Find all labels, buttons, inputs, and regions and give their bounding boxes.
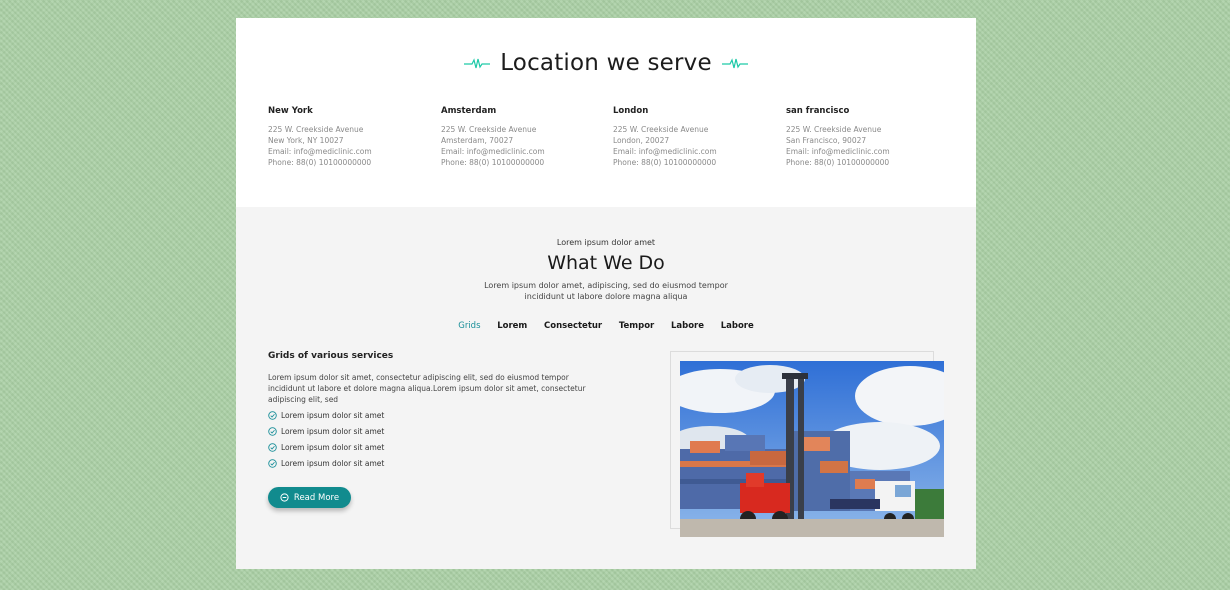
location-city-line: London, 20027 bbox=[613, 136, 670, 145]
read-more-button[interactable]: Read More bbox=[268, 487, 351, 508]
container-yard-photo bbox=[680, 361, 944, 537]
location-card-san-francisco: san francisco 225 W. Creekside Avenue Sa… bbox=[786, 106, 946, 168]
locations-title: Location we serve bbox=[500, 50, 712, 76]
location-email: Email: info@mediclinic.com bbox=[268, 147, 372, 156]
tab-labore[interactable]: Labore bbox=[671, 321, 704, 331]
list-item: Lorem ipsum dolor sit amet bbox=[268, 439, 384, 455]
location-city-line: Amsterdam, 70027 bbox=[441, 136, 514, 145]
list-item: Lorem ipsum dolor sit amet bbox=[268, 423, 384, 439]
content-title: Grids of various services bbox=[268, 351, 394, 361]
location-phone: Phone: 88(0) 10100000000 bbox=[268, 158, 372, 167]
location-city-line: New York, NY 10027 bbox=[268, 136, 344, 145]
location-city: Amsterdam bbox=[441, 106, 497, 116]
check-circle-icon bbox=[268, 410, 277, 420]
content-text: Lorem ipsum dolor sit amet, consectetur … bbox=[268, 373, 586, 404]
location-address: 225 W. Creekside Avenue bbox=[441, 125, 537, 134]
location-card-amsterdam: Amsterdam 225 W. Creekside Avenue Amster… bbox=[441, 106, 601, 168]
service-tabs: Grids Lorem Consectetur Tempor Labore La… bbox=[236, 321, 976, 331]
location-phone: Phone: 88(0) 10100000000 bbox=[786, 158, 890, 167]
location-phone: Phone: 88(0) 10100000000 bbox=[441, 158, 545, 167]
what-we-do-section: Lorem ipsum dolor amet What We Do Lorem … bbox=[236, 207, 976, 569]
location-email: Email: info@mediclinic.com bbox=[786, 147, 890, 156]
locations-heading: Location we serve bbox=[236, 50, 976, 76]
location-email: Email: info@mediclinic.com bbox=[441, 147, 545, 156]
list-item-label: Lorem ipsum dolor sit amet bbox=[281, 458, 385, 468]
location-email: Email: info@mediclinic.com bbox=[613, 147, 717, 156]
page-container: Location we serve New York 225 W. Creeks… bbox=[236, 18, 976, 569]
section-description: Lorem ipsum dolor amet, adipiscing, sed … bbox=[484, 281, 728, 301]
list-item: Lorem ipsum dolor sit amet bbox=[268, 407, 384, 423]
tab-tempor[interactable]: Tempor bbox=[619, 321, 654, 331]
location-city: san francisco bbox=[786, 106, 850, 116]
location-city: New York bbox=[268, 106, 313, 116]
section-kicker: Lorem ipsum dolor amet bbox=[556, 238, 656, 247]
list-item-label: Lorem ipsum dolor sit amet bbox=[281, 442, 385, 452]
location-city: London bbox=[613, 106, 649, 116]
heartbeat-icon bbox=[464, 57, 491, 70]
check-circle-icon bbox=[268, 458, 277, 468]
tab-grids[interactable]: Grids bbox=[458, 321, 480, 331]
check-circle-icon bbox=[268, 426, 277, 436]
location-address: 225 W. Creekside Avenue bbox=[268, 125, 364, 134]
list-item-label: Lorem ipsum dolor sit amet bbox=[281, 410, 385, 420]
location-phone: Phone: 88(0) 10100000000 bbox=[613, 158, 717, 167]
tab-consectetur[interactable]: Consectetur bbox=[544, 321, 602, 331]
feature-checklist: Lorem ipsum dolor sit amet Lorem ipsum d… bbox=[268, 407, 384, 471]
locations-section: Location we serve New York 225 W. Creeks… bbox=[236, 18, 976, 207]
location-card-new-york: New York 225 W. Creekside Avenue New Yor… bbox=[268, 106, 428, 168]
tab-labore-2[interactable]: Labore bbox=[721, 321, 754, 331]
heartbeat-icon bbox=[721, 57, 748, 70]
minus-circle-icon bbox=[280, 493, 289, 502]
list-item: Lorem ipsum dolor sit amet bbox=[268, 455, 384, 471]
tab-lorem[interactable]: Lorem bbox=[497, 321, 527, 331]
list-item-label: Lorem ipsum dolor sit amet bbox=[281, 426, 385, 436]
location-address: 225 W. Creekside Avenue bbox=[786, 125, 882, 134]
location-address: 225 W. Creekside Avenue bbox=[613, 125, 709, 134]
read-more-label: Read More bbox=[293, 492, 340, 503]
location-card-london: London 225 W. Creekside Avenue London, 2… bbox=[613, 106, 773, 168]
location-city-line: San Francisco, 90027 bbox=[786, 136, 867, 145]
check-circle-icon bbox=[268, 442, 277, 452]
section-title: What We Do bbox=[547, 252, 665, 274]
